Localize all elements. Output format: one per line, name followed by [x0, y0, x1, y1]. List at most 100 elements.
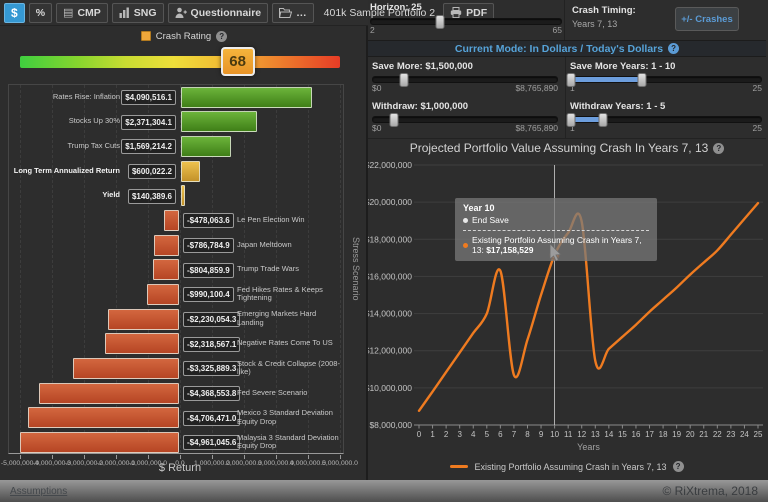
projection-panel: Horizon: 25 2 65 Crash Timing: Years 7, …	[368, 0, 766, 480]
horizon-max: 65	[553, 25, 562, 35]
plus-minus-crashes-button[interactable]: +/- Crashes	[675, 7, 739, 31]
x-tick-label: 12	[577, 430, 586, 439]
withdraw-years-slider[interactable]	[570, 116, 762, 123]
tornado-row-label: Trump Trade Wars	[237, 259, 340, 280]
x-tick-label: 6	[498, 430, 503, 439]
tornado-row-label: Mexico 3 Standard Deviation Equity Drop	[237, 407, 340, 428]
save-more-years-value: 1 - 10	[651, 61, 675, 72]
save-more-years-thumb-low[interactable]	[567, 73, 576, 87]
crash-rating-help-icon[interactable]: ?	[216, 31, 227, 42]
tornado-bar	[154, 235, 179, 256]
y-tick-label: $8,000,000	[369, 420, 412, 430]
horizon-slider[interactable]	[370, 18, 562, 25]
chart-tooltip: Year 10 End Save Existing Portfolio Assu…	[455, 198, 657, 261]
x-tick-label: 1	[430, 430, 435, 439]
x-tick-label: 22	[713, 430, 722, 439]
crash-timing: Crash Timing: Years 7, 13	[572, 5, 636, 29]
tornado-gridline	[340, 85, 341, 453]
x-tick-label: 16	[632, 430, 641, 439]
projection-chart: $8,000,000$10,000,000$12,000,000$14,000,…	[368, 140, 766, 460]
x-tick-label: 9	[539, 430, 544, 439]
dollar-mode-button[interactable]: $	[4, 3, 25, 23]
y-tick-label: $14,000,000	[368, 309, 412, 319]
tornado-tick	[148, 455, 149, 459]
sng-button[interactable]: SNG	[112, 3, 164, 23]
save-more-years-slider[interactable]	[570, 76, 762, 83]
tornado-row-label: Yield	[11, 185, 120, 206]
tooltip-event: End Save	[472, 215, 509, 225]
tornado-bar	[39, 383, 179, 404]
x-tick-label: 11	[564, 430, 573, 439]
toolbar: $ % ▤ CMP SNG Questionnaire … 401k Sampl…	[0, 0, 368, 26]
save-more-max: $8,765,890	[515, 83, 558, 93]
compare-icon: ▤	[63, 6, 73, 19]
x-tick-label: 13	[591, 430, 600, 439]
x-tick-label: 19	[672, 430, 681, 439]
withdraw-slider-thumb[interactable]	[389, 113, 398, 127]
tornado-x-axis-title: $ Return	[60, 462, 300, 474]
x-tick-label: 3	[457, 430, 462, 439]
save-more-slider[interactable]	[372, 76, 558, 83]
withdraw-years-label: Withdraw Years:	[570, 101, 644, 112]
tornado-row-label: Malaysia 3 Standard Deviation Equity Dro…	[237, 432, 340, 453]
tornado-bar	[147, 284, 179, 305]
withdraw-years-thumb-high[interactable]	[598, 113, 607, 127]
open-portfolio-button[interactable]: …	[272, 3, 314, 23]
tornado-value-box: -$2,318,567.1	[183, 337, 240, 352]
tornado-bar	[181, 87, 312, 108]
tornado-value-box: -$804,859.9	[183, 263, 234, 278]
x-tick-label: 17	[645, 430, 654, 439]
tornado-value-box: -$478,063.6	[183, 213, 234, 228]
app-window: $ % ▤ CMP SNG Questionnaire … 401k Sampl…	[0, 0, 768, 480]
cmp-button[interactable]: ▤ CMP	[56, 3, 108, 23]
legend-label: Existing Portfolio Assuming Crash in Yea…	[474, 462, 666, 472]
withdraw-slider[interactable]	[372, 116, 558, 123]
legend-help-icon[interactable]: ?	[673, 461, 684, 472]
withdraw-years-thumb-low[interactable]	[567, 113, 576, 127]
withdraw-value: $1,000,000	[420, 101, 468, 112]
tornado-bar	[20, 432, 179, 453]
horizon-slider-thumb[interactable]	[436, 15, 445, 29]
questionnaire-button[interactable]: Questionnaire	[168, 3, 269, 23]
save-more-slider-thumb[interactable]	[400, 73, 409, 87]
x-tick-label: 23	[726, 430, 735, 439]
mode-bar: Current Mode: In Dollars / Today's Dolla…	[368, 40, 766, 57]
crash-rating-label: Crash Rating	[156, 31, 211, 42]
x-tick-label: 21	[699, 430, 708, 439]
y-tick-label: $20,000,000	[368, 197, 412, 207]
tornado-row-label: Fed Severe Scenario	[237, 383, 340, 404]
tornado-row-label: Rates Rise: Inflation	[11, 87, 120, 108]
y-tick-label: $16,000,000	[368, 271, 412, 281]
x-tick-label: 20	[686, 430, 695, 439]
x-tick-label: 24	[740, 430, 749, 439]
x-tick-label: 0	[417, 430, 422, 439]
mode-help-icon[interactable]: ?	[668, 43, 679, 54]
x-tick-label: 14	[604, 430, 613, 439]
cmp-label: CMP	[77, 7, 100, 19]
folder-icon	[279, 7, 292, 18]
tornado-tick-label: 5,000,000.0	[308, 460, 372, 467]
tornado-value-box: -$2,230,054.3	[183, 312, 240, 327]
tooltip-series-value: $17,158,529	[486, 245, 533, 255]
tornado-row-label: Le Pen Election Win	[237, 210, 340, 231]
assumptions-link[interactable]: Assumptions	[10, 486, 67, 497]
percent-mode-button[interactable]: %	[29, 3, 52, 23]
x-tick-label: 4	[471, 430, 476, 439]
x-tick-label: 7	[512, 430, 517, 439]
tornado-tick	[244, 455, 245, 459]
tornado-plot: -5,000,000.0-4,000,000.0-3,000,000.0-2,0…	[8, 84, 344, 454]
chart-legend: Existing Portfolio Assuming Crash in Yea…	[368, 461, 766, 472]
withdraw-years-value: 1 - 5	[646, 101, 665, 112]
stress-panel: $ % ▤ CMP SNG Questionnaire … 401k Sampl…	[0, 0, 368, 480]
tornado-value-box: $2,371,304.1	[121, 115, 176, 130]
withdraw-label: Withdraw:	[372, 101, 418, 112]
tornado-bar	[108, 309, 179, 330]
withdraw-control: Withdraw: $1,000,000 $0 $8,765,890	[372, 101, 558, 133]
tornado-y-axis-title: Stress Scenario	[345, 84, 361, 454]
tornado-value-box: -$3,325,889.3	[183, 361, 240, 376]
sng-label: SNG	[134, 7, 157, 19]
legend-line-swatch	[450, 465, 468, 468]
save-more-years-thumb-high[interactable]	[638, 73, 647, 87]
tornado-row-label: Long Term Annualized Return	[11, 161, 120, 182]
mode-bar-text: Current Mode: In Dollars / Today's Dolla…	[455, 43, 663, 55]
